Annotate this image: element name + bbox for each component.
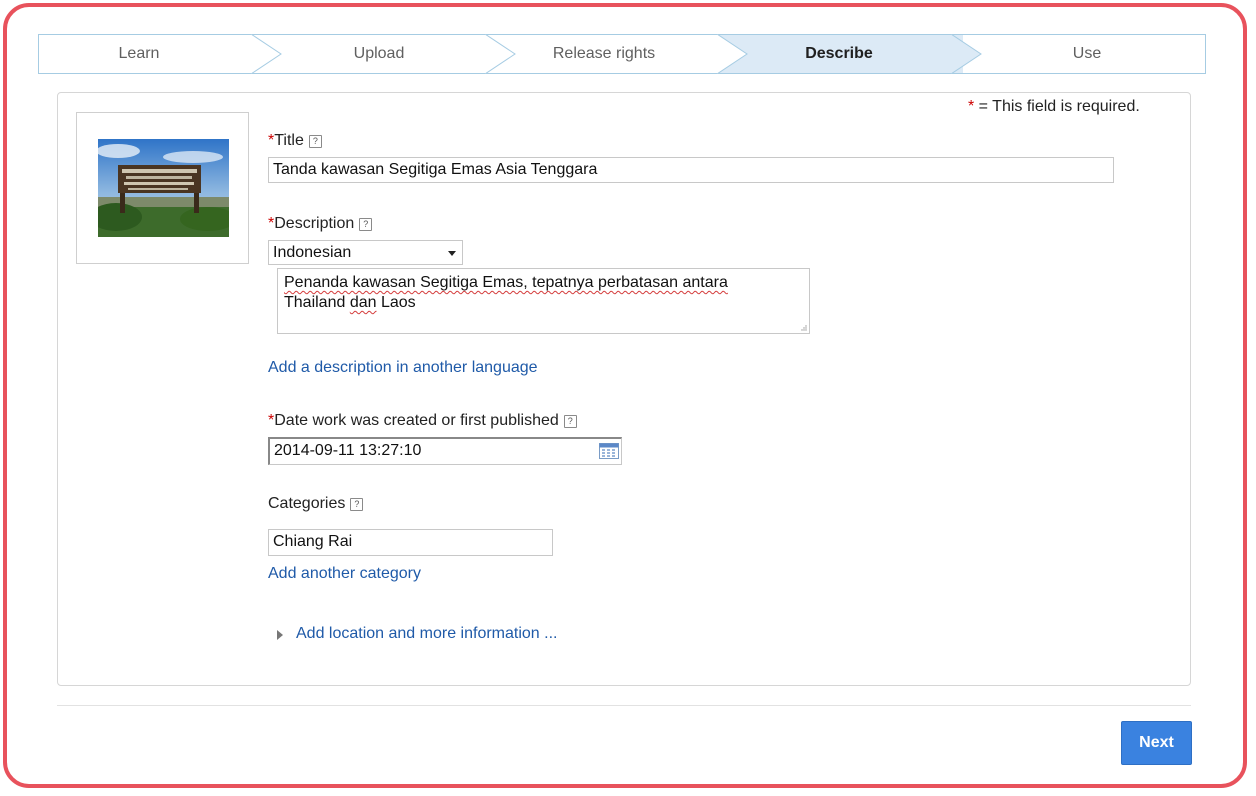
wizard-steps: Learn Upload Release rights Describe Use bbox=[38, 34, 1206, 74]
date-label: *Date work was created or first publishe… bbox=[268, 412, 577, 430]
step-separator-icon bbox=[951, 34, 982, 74]
title-label: *Title? bbox=[268, 132, 322, 150]
help-icon[interactable]: ? bbox=[350, 498, 364, 511]
calendar-icon[interactable] bbox=[599, 443, 619, 459]
help-icon[interactable]: ? bbox=[563, 415, 577, 428]
description-label: *Description? bbox=[268, 215, 373, 233]
categories-label: Categories? bbox=[268, 495, 364, 513]
add-category-link[interactable]: Add another category bbox=[268, 565, 421, 583]
description-textarea[interactable]: Penanda kawasan Segitiga Emas, tepatnya … bbox=[277, 268, 810, 334]
add-location-link[interactable]: Add location and more information ... bbox=[296, 625, 557, 643]
step-separator-icon bbox=[485, 34, 516, 74]
triangle-right-icon[interactable] bbox=[277, 630, 284, 640]
image-thumbnail bbox=[98, 139, 229, 237]
help-icon[interactable]: ? bbox=[308, 135, 322, 148]
category-input[interactable]: Chiang Rai bbox=[268, 529, 553, 556]
step-release-rights[interactable]: Release rights bbox=[494, 35, 714, 73]
add-description-language-link[interactable]: Add a description in another language bbox=[268, 359, 538, 377]
help-icon[interactable]: ? bbox=[359, 218, 373, 231]
description-line-2: Thailand dan Laos bbox=[284, 294, 416, 311]
date-input[interactable]: 2014-09-11 13:27:10 bbox=[268, 437, 622, 465]
step-separator-icon bbox=[717, 34, 748, 74]
next-button[interactable]: Next bbox=[1121, 721, 1192, 765]
step-describe[interactable]: Describe bbox=[729, 35, 949, 73]
step-learn[interactable]: Learn bbox=[39, 35, 239, 73]
language-select[interactable]: Indonesian bbox=[268, 240, 463, 265]
step-separator-icon bbox=[251, 34, 282, 74]
resize-handle-icon[interactable] bbox=[799, 323, 807, 331]
title-input[interactable]: Tanda kawasan Segitiga Emas Asia Tenggar… bbox=[268, 157, 1114, 183]
step-upload[interactable]: Upload bbox=[269, 35, 489, 73]
step-use[interactable]: Use bbox=[969, 35, 1205, 73]
image-thumbnail-frame bbox=[76, 112, 249, 264]
footer-divider bbox=[57, 705, 1191, 706]
chevron-down-icon bbox=[448, 251, 456, 256]
description-line-1: Penanda kawasan Segitiga Emas, tepatnya … bbox=[284, 274, 728, 291]
required-note: * = This field is required. bbox=[968, 98, 1140, 115]
